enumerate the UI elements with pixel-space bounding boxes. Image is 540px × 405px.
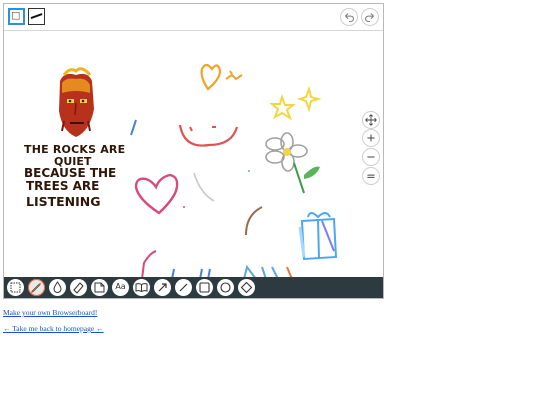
zoom-out-icon[interactable] (362, 148, 380, 166)
whiteboard: THE ROCKS ARE QUIET BECAUSE THE TREES AR… (3, 3, 384, 299)
smile-drawing (178, 124, 239, 147)
text-icon[interactable]: Aa (112, 279, 129, 296)
yellow-star-drawing (269, 93, 296, 121)
eraser-icon[interactable] (70, 279, 87, 296)
arrow-icon[interactable] (154, 279, 171, 296)
white-square-icon[interactable] (8, 8, 25, 25)
back-home-link[interactable]: ← Take me back to homepage ← (3, 324, 104, 333)
drawing-canvas[interactable]: THE ROCKS ARE QUIET BECAUSE THE TREES AR… (4, 31, 383, 280)
quote-line-2: QUIET (54, 154, 92, 168)
move-icon[interactable] (362, 111, 380, 129)
quote-line-4: TREES ARE (26, 179, 100, 193)
bottom-toolbar: Aa (4, 277, 383, 298)
diamond-icon[interactable] (238, 279, 255, 296)
fill-drop-icon[interactable] (49, 279, 66, 296)
blue-gift-drawing (300, 212, 338, 261)
top-toolbar (4, 4, 383, 31)
rectangle-icon[interactable] (196, 279, 213, 296)
select-icon[interactable] (7, 279, 24, 296)
quote-line-5: LISTENING (26, 193, 101, 209)
make-board-link[interactable]: Make your own Browserboard! (3, 308, 97, 317)
quote-line-3: BECAUSE THE (24, 165, 117, 180)
handwritten-quote: THE ROCKS ARE QUIET BECAUSE THE TREES AR… (24, 143, 154, 209)
zoom-reset-icon[interactable] (362, 167, 380, 185)
line-icon[interactable] (175, 279, 192, 296)
note-icon[interactable] (91, 279, 108, 296)
orange-heart-drawing (200, 63, 222, 91)
undo-icon[interactable] (340, 8, 358, 26)
redo-icon[interactable] (361, 8, 379, 26)
zoom-in-icon[interactable] (362, 129, 380, 147)
ellipse-icon[interactable] (217, 279, 234, 296)
face-drawing (59, 67, 94, 137)
text-tool-label: Aa (115, 282, 126, 291)
pencil-icon[interactable] (28, 279, 45, 296)
pen-stroke-icon[interactable] (28, 8, 45, 25)
book-icon[interactable] (133, 279, 150, 296)
